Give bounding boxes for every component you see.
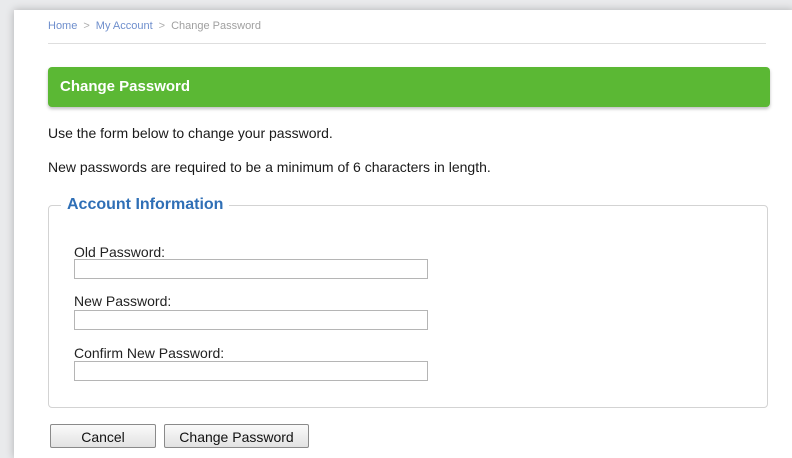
account-information-legend: Account Information bbox=[67, 196, 224, 213]
new-password-label: New Password: bbox=[74, 293, 172, 309]
page-container: Home > My Account > Change Password Change P… bbox=[14, 10, 792, 458]
breadcrumb: Home > My Account > Change Password bbox=[48, 20, 261, 32]
breadcrumb-my-account-link[interactable]: My Account bbox=[96, 20, 153, 32]
breadcrumb-current: Change Password bbox=[171, 20, 261, 32]
old-password-label: Old Password: bbox=[74, 244, 166, 260]
cancel-button[interactable]: Cancel bbox=[50, 424, 156, 448]
intro-text: Use the form below to change your passwo… bbox=[48, 125, 333, 141]
new-password-input[interactable] bbox=[74, 310, 428, 330]
change-password-button[interactable]: Change Password bbox=[164, 424, 309, 448]
confirm-new-password-input[interactable] bbox=[74, 361, 428, 381]
confirm-new-password-label: Confirm New Password: bbox=[74, 345, 225, 361]
password-requirement-text: New passwords are required to be a minim… bbox=[48, 159, 491, 175]
breadcrumb-divider bbox=[48, 43, 766, 44]
page-title: Change Password bbox=[60, 78, 191, 95]
old-password-input[interactable] bbox=[74, 259, 428, 279]
breadcrumb-separator: > bbox=[83, 20, 90, 32]
breadcrumb-home-link[interactable]: Home bbox=[48, 20, 77, 32]
page-header-bar: Change Password bbox=[48, 67, 770, 107]
breadcrumb-separator: > bbox=[158, 20, 166, 32]
